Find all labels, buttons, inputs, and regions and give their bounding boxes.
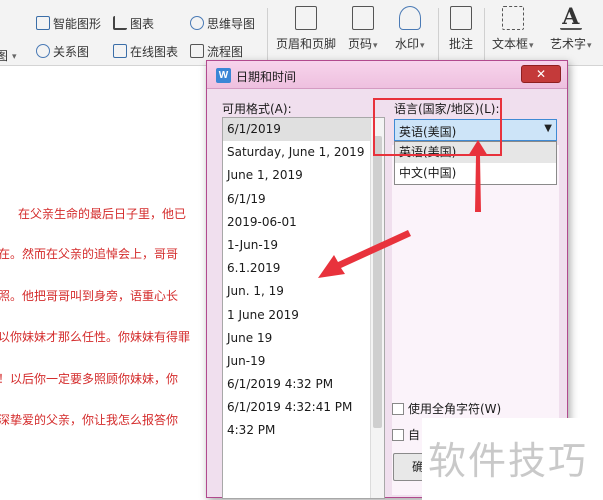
watermark-text: 软件技巧 [428,439,589,483]
watermark-logo: 软件技巧 [422,418,603,500]
annotation-arrow-diagonal [318,230,411,278]
annotation-arrow-up [468,140,488,212]
